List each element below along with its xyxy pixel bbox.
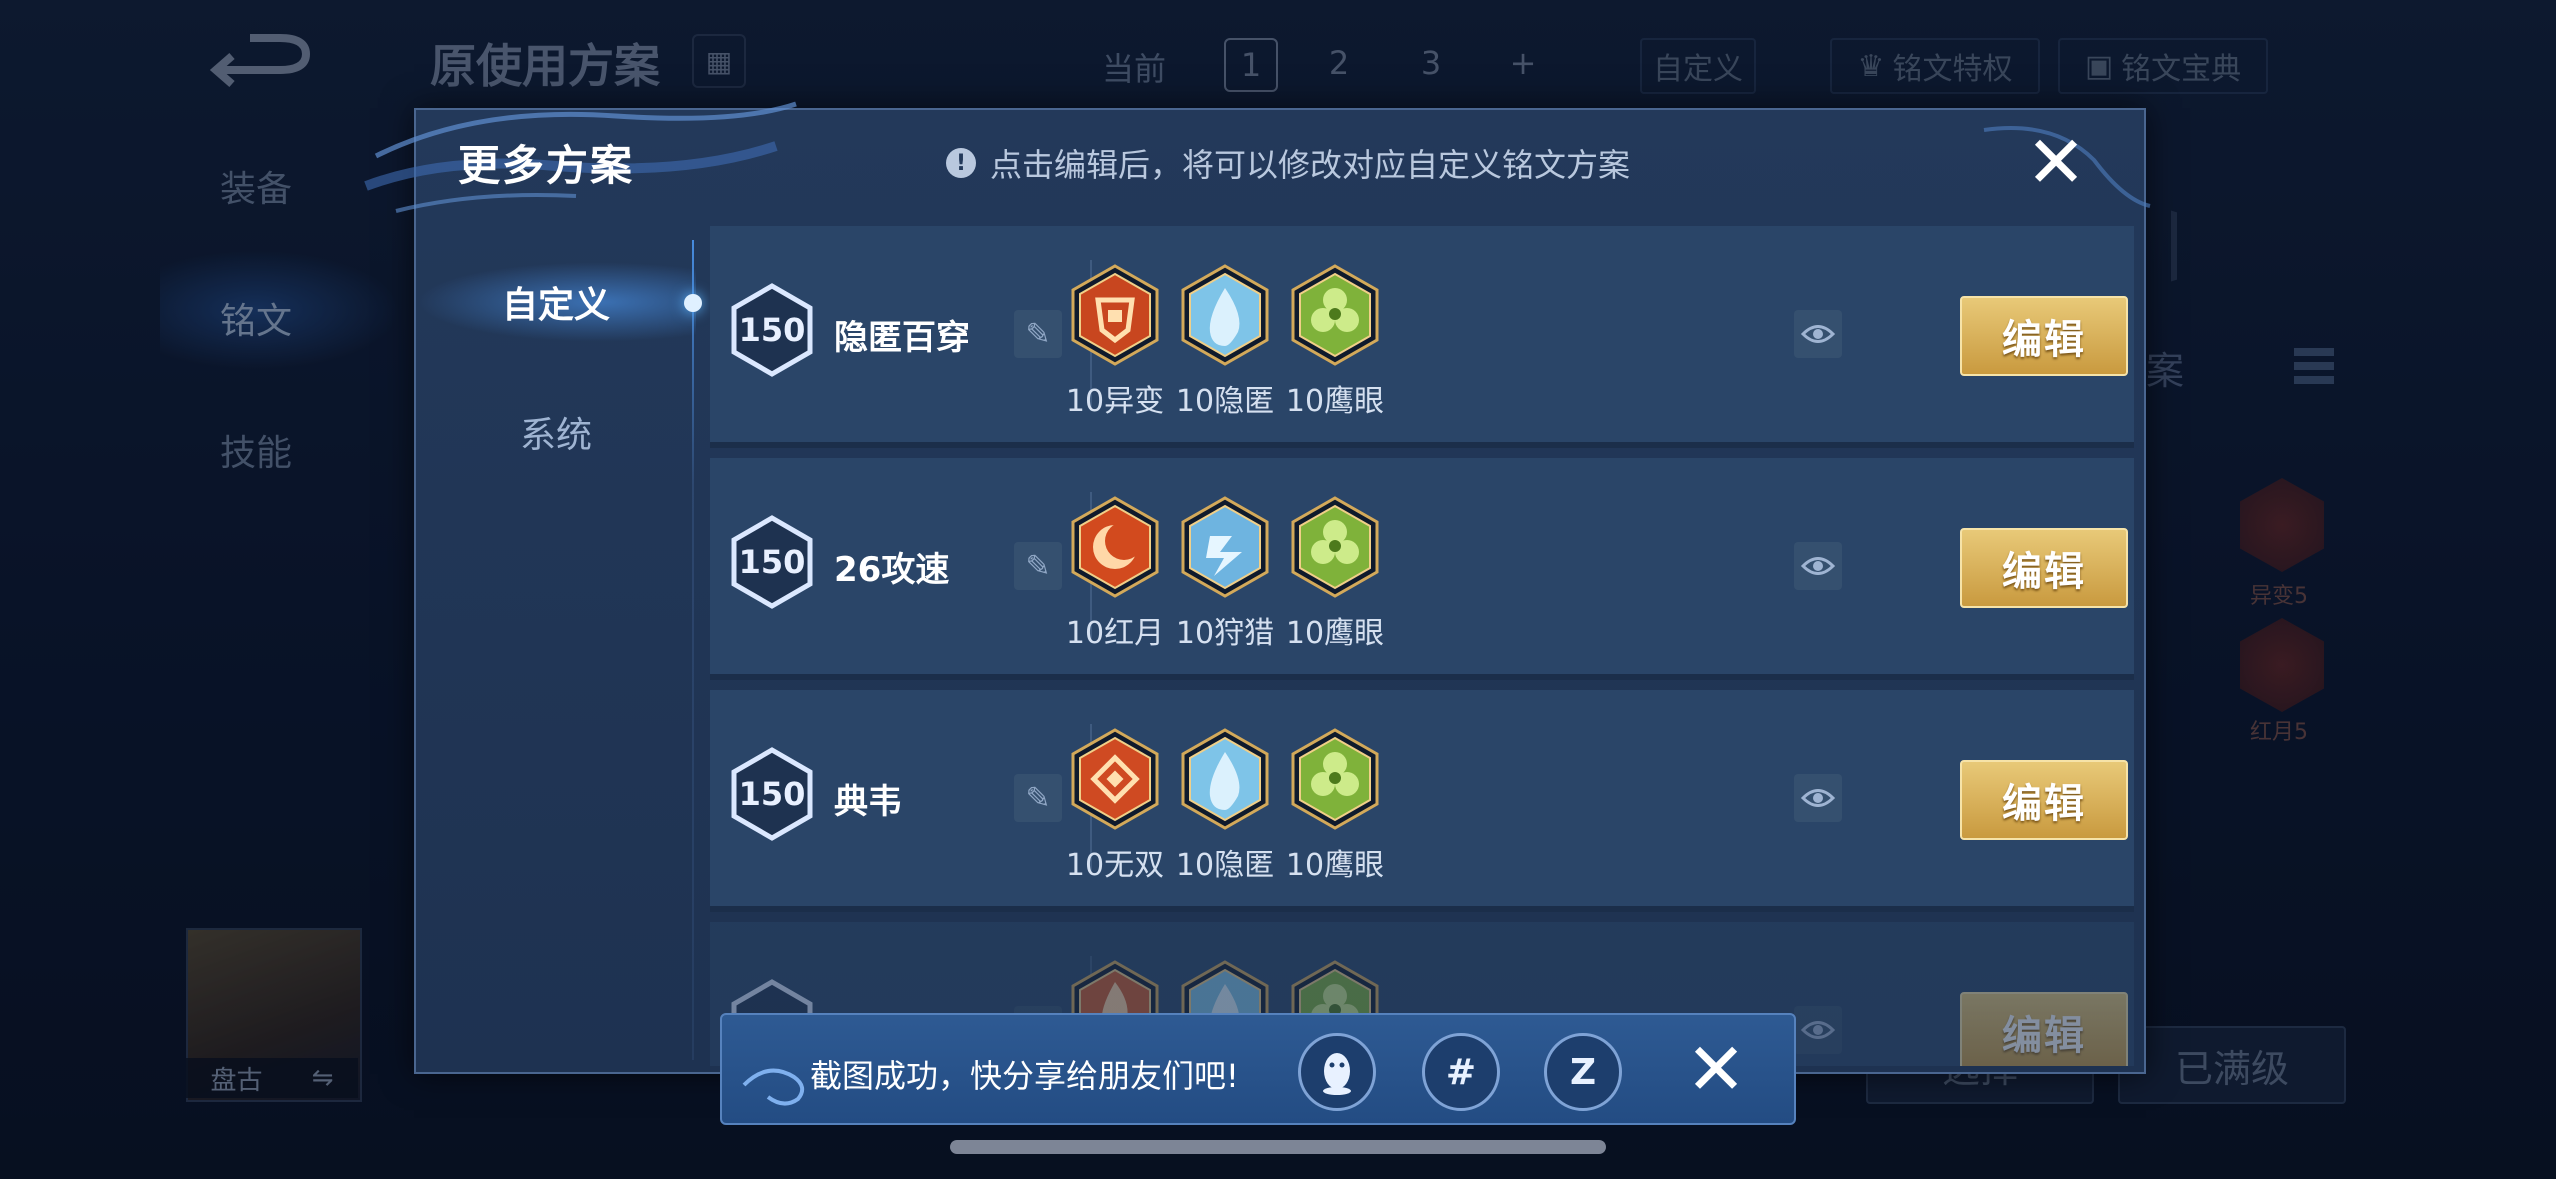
rune-lightning-icon xyxy=(1180,496,1270,598)
plan-level: 150 xyxy=(738,543,806,581)
plan-name: 隐匿百穿 xyxy=(834,318,970,358)
pencil-icon: ✎ xyxy=(1025,548,1051,584)
rename-plan-button[interactable]: ✎ xyxy=(1014,542,1062,590)
pencil-icon: ✎ xyxy=(1025,780,1051,816)
share-qzone-button[interactable]: Z xyxy=(1544,1033,1622,1111)
hashtag-icon: # xyxy=(1445,1051,1477,1093)
eye-icon xyxy=(1801,325,1835,343)
eye-icon xyxy=(1801,557,1835,575)
rune-diamond-icon xyxy=(1070,728,1160,830)
rune-label: 10鹰眼 xyxy=(1285,616,1385,651)
home-indicator[interactable] xyxy=(950,1140,1606,1154)
plan-name: 26攻速 xyxy=(834,550,950,590)
rune-label: 10无双 xyxy=(1065,848,1165,883)
close-toast-button[interactable]: ✕ xyxy=(1676,1029,1756,1109)
rune-clover-icon xyxy=(1290,728,1380,830)
rune-label: 10狩猎 xyxy=(1175,616,1275,651)
rune-label: 10红月 xyxy=(1065,616,1165,651)
rune-drop-icon xyxy=(1180,728,1270,830)
dialog-header: 更多方案 ! 点击编辑后，将可以修改对应自定义铭文方案 ✕ xyxy=(364,101,2151,226)
eye-icon xyxy=(1801,1021,1835,1039)
plan-level: 150 xyxy=(738,311,806,349)
preview-plan-button[interactable] xyxy=(1794,542,1842,590)
rename-plan-button[interactable]: ✎ xyxy=(1014,774,1062,822)
plan-row: 150 26攻速 ✎ 10红月 10狩猎 10鹰眼 编辑 xyxy=(710,458,2134,680)
rune-mask-icon xyxy=(1070,264,1160,366)
rune-clover-icon xyxy=(1290,496,1380,598)
plan-list: 150 隐匿百穿 ✎ 10异变 10隐匿 10鹰眼 编辑 150 26攻速 ✎ 10红月 10狩猎 10… xyxy=(710,226,2134,1066)
edit-plan-button[interactable]: 编辑 xyxy=(1960,528,2128,608)
preview-plan-button[interactable] xyxy=(1794,310,1842,358)
cloud-swirl-decoration xyxy=(742,1068,805,1106)
plan-category-tabs: 自定义 系统 xyxy=(416,226,696,1066)
plan-level: 150 xyxy=(738,775,806,813)
plan-level-badge: 150 xyxy=(730,746,814,842)
share-wechat-moments-button[interactable]: # xyxy=(1422,1033,1500,1111)
rune-label: 10异变 xyxy=(1065,384,1165,419)
rune-moon-icon xyxy=(1070,496,1160,598)
rename-plan-button[interactable]: ✎ xyxy=(1014,310,1062,358)
rune-label: 10鹰眼 xyxy=(1285,384,1385,419)
plan-level-badge: 150 xyxy=(730,514,814,610)
rune-drop-icon xyxy=(1180,264,1270,366)
plan-row: 150 典韦 ✎ 10无双 10隐匿 10鹰眼 编辑 xyxy=(710,690,2134,912)
dialog-hint-text: 点击编辑后，将可以修改对应自定义铭文方案 xyxy=(990,146,1631,184)
tab-divider xyxy=(692,240,694,1060)
tab-system[interactable]: 系统 xyxy=(416,392,696,472)
dialog-hint: ! 点击编辑后，将可以修改对应自定义铭文方案 xyxy=(946,140,1630,186)
qzone-star-icon: Z xyxy=(1569,1051,1597,1093)
share-qq-button[interactable] xyxy=(1298,1033,1376,1111)
pencil-icon: ✎ xyxy=(1025,316,1051,352)
edit-plan-button[interactable]: 编辑 xyxy=(1960,296,2128,376)
tab-custom[interactable]: 自定义 xyxy=(416,262,696,342)
toast-message: 截图成功，快分享给朋友们吧! xyxy=(810,1057,1239,1095)
preview-plan-button[interactable] xyxy=(1794,774,1842,822)
dialog-title: 更多方案 xyxy=(458,141,635,190)
close-dialog-button[interactable]: ✕ xyxy=(2018,124,2094,200)
rune-label: 10隐匿 xyxy=(1175,848,1275,883)
rune-label: 10隐匿 xyxy=(1175,384,1275,419)
preview-plan-button[interactable] xyxy=(1794,1006,1842,1054)
rune-clover-icon xyxy=(1290,264,1380,366)
active-tab-indicator xyxy=(684,294,702,312)
info-icon: ! xyxy=(946,148,976,178)
edit-plan-button[interactable]: 编辑 xyxy=(1960,760,2128,840)
plan-level-badge: 150 xyxy=(730,282,814,378)
plan-row: 150 隐匿百穿 ✎ 10异变 10隐匿 10鹰眼 编辑 xyxy=(710,226,2134,448)
qq-penguin-icon xyxy=(1323,1053,1351,1095)
rune-label: 10鹰眼 xyxy=(1285,848,1385,883)
screenshot-share-toast: 截图成功，快分享给朋友们吧! # Z ✕ xyxy=(720,1013,1796,1125)
eye-icon xyxy=(1801,789,1835,807)
edit-plan-button[interactable]: 编辑 xyxy=(1960,992,2128,1066)
more-plans-dialog: 更多方案 ! 点击编辑后，将可以修改对应自定义铭文方案 ✕ 自定义 系统 150… xyxy=(364,101,2151,1074)
plan-name: 典韦 xyxy=(834,782,902,822)
